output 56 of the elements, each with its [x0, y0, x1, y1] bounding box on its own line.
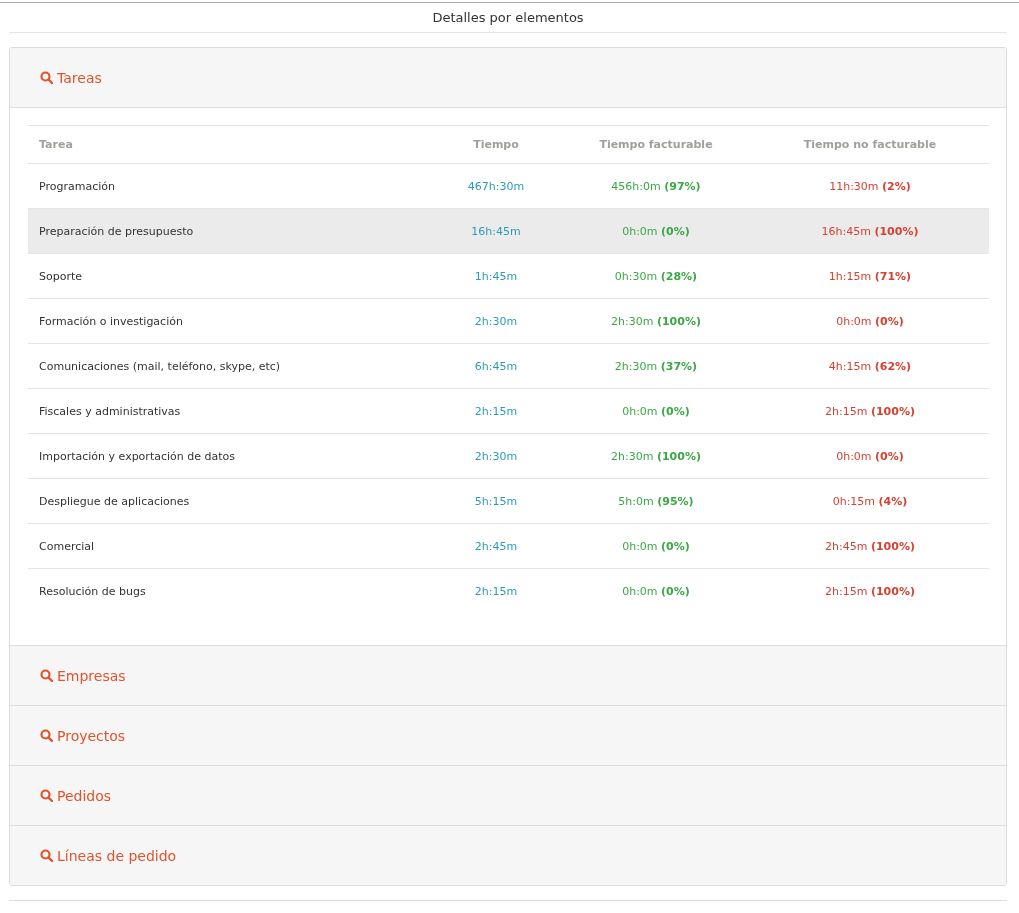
table-cell: 2h:30m: [431, 433, 561, 479]
table-cell: Soporte: [28, 253, 431, 299]
accordion-header[interactable]: Empresas: [10, 646, 1006, 706]
search-icon: [40, 669, 53, 682]
table-cell: Fiscales y administrativas: [28, 388, 431, 434]
table-cell: 11h:30m (2%): [751, 163, 989, 209]
column-header[interactable]: Tarea: [28, 125, 431, 164]
table-cell: 0h:0m (0%): [561, 568, 751, 613]
accordion-header[interactable]: Líneas de pedido: [10, 826, 1006, 885]
table-cell: 0h:15m (4%): [751, 478, 989, 524]
table-cell: Preparación de presupuesto: [28, 208, 431, 254]
table-cell: Comercial: [28, 523, 431, 569]
table-cell: 0h:0m (0%): [561, 208, 751, 254]
table-cell: 4h:15m (62%): [751, 343, 989, 389]
table-cell: 2h:15m (100%): [751, 568, 989, 613]
table-cell: 2h:45m (100%): [751, 523, 989, 569]
table-cell: Importación y exportación de datos: [28, 433, 431, 479]
accordion-header[interactable]: Pedidos: [10, 766, 1006, 826]
table-cell: 2h:30m (100%): [561, 433, 751, 479]
table-cell: Resolución de bugs: [28, 568, 431, 613]
column-header[interactable]: Tiempo facturable: [561, 125, 751, 164]
table-cell: 2h:45m: [431, 523, 561, 569]
table-cell: 2h:30m: [431, 298, 561, 344]
table-cell: 5h:15m: [431, 478, 561, 524]
accordion-header[interactable]: Tareas: [10, 48, 1006, 108]
table-cell: 0h:0m (0%): [561, 523, 751, 569]
table-cell: 0h:0m (0%): [751, 433, 989, 479]
table-cell: 5h:0m (95%): [561, 478, 751, 524]
table-cell: 1h:45m: [431, 253, 561, 299]
table-cell: Despliegue de aplicaciones: [28, 478, 431, 524]
table-cell: Formación o investigación: [28, 298, 431, 344]
table-cell: 16h:45m (100%): [751, 208, 989, 254]
search-icon: [40, 71, 53, 84]
accordion-header[interactable]: Proyectos: [10, 706, 1006, 766]
table-cell: Programación: [28, 163, 431, 209]
table-cell: 16h:45m: [431, 208, 561, 254]
column-header[interactable]: Tiempo no facturable: [751, 125, 989, 164]
table-cell: 0h:0m (0%): [751, 298, 989, 344]
section-title: Detalles por elementos: [9, 3, 1007, 33]
table-cell: 456h:0m (97%): [561, 163, 751, 209]
table-cell: 2h:15m (100%): [751, 388, 989, 434]
table-cell: 2h:30m (37%): [561, 343, 751, 389]
table-cell: 6h:45m: [431, 343, 561, 389]
table-cell: 0h:30m (28%): [561, 253, 751, 299]
search-icon: [40, 789, 53, 802]
table-cell: 2h:15m: [431, 568, 561, 613]
table-cell: 0h:0m (0%): [561, 388, 751, 434]
highlighted-row[interactable]: Preparación de presupuesto 16h:45m 0h:0m (0%) 16h:45m (100%): [28, 208, 989, 254]
column-header[interactable]: Tiempo: [431, 125, 561, 164]
table-cell: Comunicaciones (mail, teléfono, skype, etc): [28, 343, 431, 389]
table-cell: 2h:30m (100%): [561, 298, 751, 344]
table-cell: 467h:30m: [431, 163, 561, 209]
table-cell: 2h:15m: [431, 388, 561, 434]
search-icon: [40, 849, 53, 862]
search-icon: [40, 729, 53, 742]
table-cell: 1h:15m (71%): [751, 253, 989, 299]
